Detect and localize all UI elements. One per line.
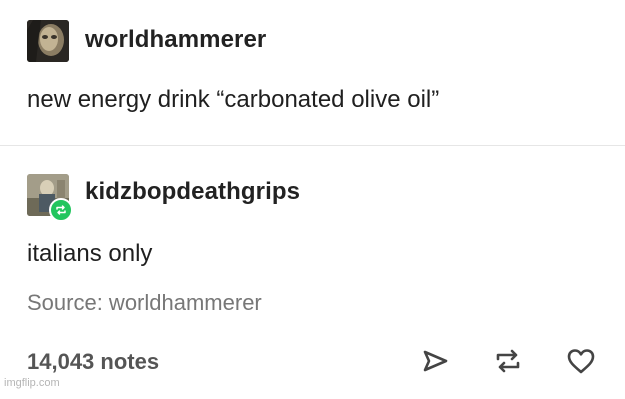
heart-icon bbox=[567, 349, 595, 374]
reblog-icon bbox=[496, 349, 520, 373]
mask-avatar-image bbox=[27, 20, 69, 62]
reblog-post: kidzbopdeathgrips italians only Source: … bbox=[0, 146, 625, 399]
watermark: imgflip.com bbox=[4, 377, 60, 389]
post-text: new energy drink “carbonated olive oil” bbox=[27, 86, 440, 113]
send-icon bbox=[423, 350, 448, 372]
reblog-button[interactable] bbox=[491, 344, 525, 378]
post-username[interactable]: worldhammerer bbox=[85, 26, 266, 54]
source-link[interactable]: Source: worldhammerer bbox=[27, 290, 262, 316]
share-button[interactable] bbox=[418, 344, 452, 378]
original-post: worldhammerer new energy drink “carbonat… bbox=[0, 0, 625, 145]
like-button[interactable] bbox=[564, 344, 598, 378]
reblog-text: italians only bbox=[27, 240, 153, 267]
notes-count[interactable]: 14,043 notes bbox=[27, 349, 159, 375]
reblog-username[interactable]: kidzbopdeathgrips bbox=[85, 178, 300, 206]
reblog-badge-icon bbox=[49, 198, 73, 222]
avatar[interactable] bbox=[27, 20, 69, 62]
